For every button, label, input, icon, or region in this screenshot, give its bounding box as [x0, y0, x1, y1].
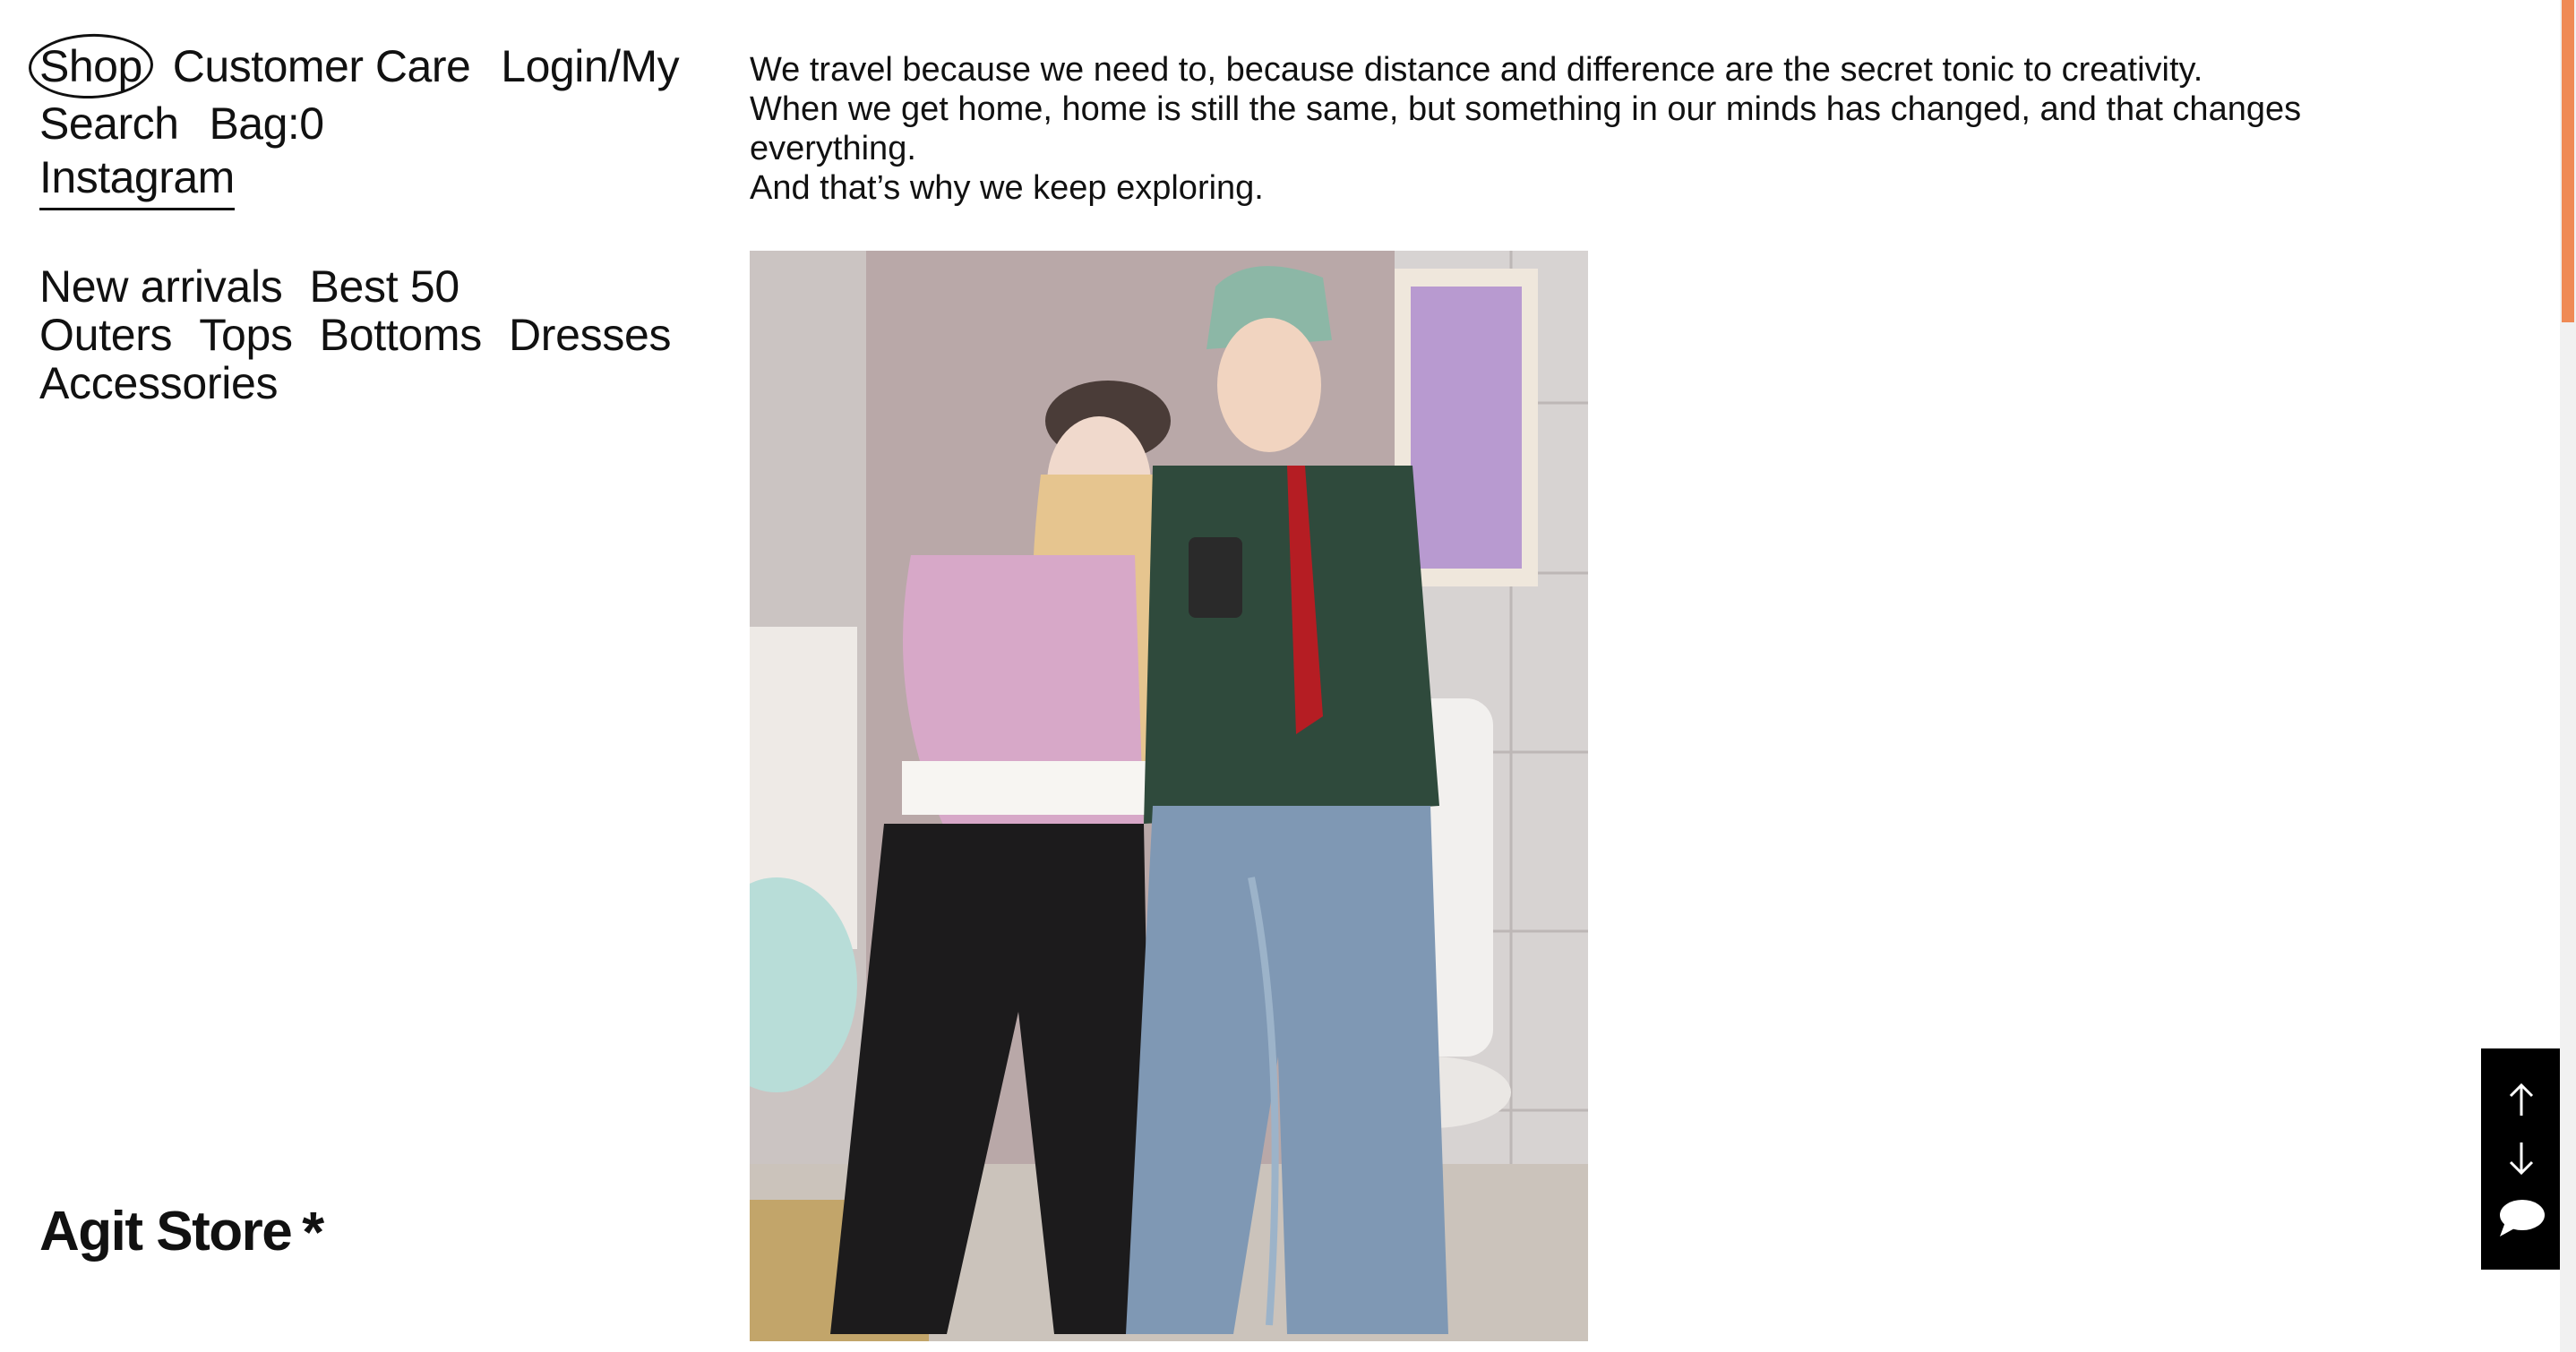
- nav-search[interactable]: Search: [39, 95, 179, 152]
- hero-photo[interactable]: [750, 251, 1588, 1341]
- chat-bubble-icon[interactable]: [2494, 1194, 2548, 1244]
- arrow-down-icon[interactable]: [2494, 1134, 2548, 1184]
- nav-bag[interactable]: Bag:0: [209, 95, 324, 152]
- category-dresses[interactable]: Dresses: [509, 311, 672, 359]
- page-scrollbar[interactable]: [2560, 0, 2576, 1352]
- brand-asterisk-icon: *: [302, 1199, 324, 1264]
- top-navigation: Shop Customer Care Login/My Search Bag:0…: [39, 38, 702, 210]
- category-accessories[interactable]: Accessories: [39, 359, 279, 407]
- arrow-up-icon[interactable]: [2494, 1074, 2548, 1125]
- brand-name: Agit Store: [39, 1201, 293, 1262]
- category-outers[interactable]: Outers: [39, 311, 173, 359]
- floating-controls: [2481, 1048, 2562, 1270]
- category-navigation: New arrivals Best 50 Outers Tops Bottoms…: [39, 262, 702, 407]
- category-tops[interactable]: Tops: [199, 311, 293, 359]
- nav-shop[interactable]: Shop: [39, 38, 142, 95]
- quote-line: And that’s why we keep exploring.: [750, 169, 1264, 207]
- category-best[interactable]: Best 50: [309, 262, 459, 311]
- nav-login[interactable]: Login/My: [501, 38, 679, 95]
- category-bottoms[interactable]: Bottoms: [320, 311, 483, 359]
- category-new-arrivals[interactable]: New arrivals: [39, 262, 283, 311]
- left-column: Shop Customer Care Login/My Search Bag:0…: [39, 38, 702, 407]
- quote-line: We travel because we need to, because di…: [750, 51, 2203, 89]
- nav-customer-care[interactable]: Customer Care: [173, 38, 471, 95]
- scrollbar-thumb[interactable]: [2562, 0, 2574, 322]
- nav-instagram[interactable]: Instagram: [39, 149, 235, 210]
- quote-line: When we get home, home is still the same…: [750, 90, 2302, 167]
- intro-quote: We travel because we need to, because di…: [750, 50, 2451, 208]
- brand-logo[interactable]: Agit Store *: [39, 1199, 324, 1264]
- hero-photo-illustration: [750, 251, 1588, 1341]
